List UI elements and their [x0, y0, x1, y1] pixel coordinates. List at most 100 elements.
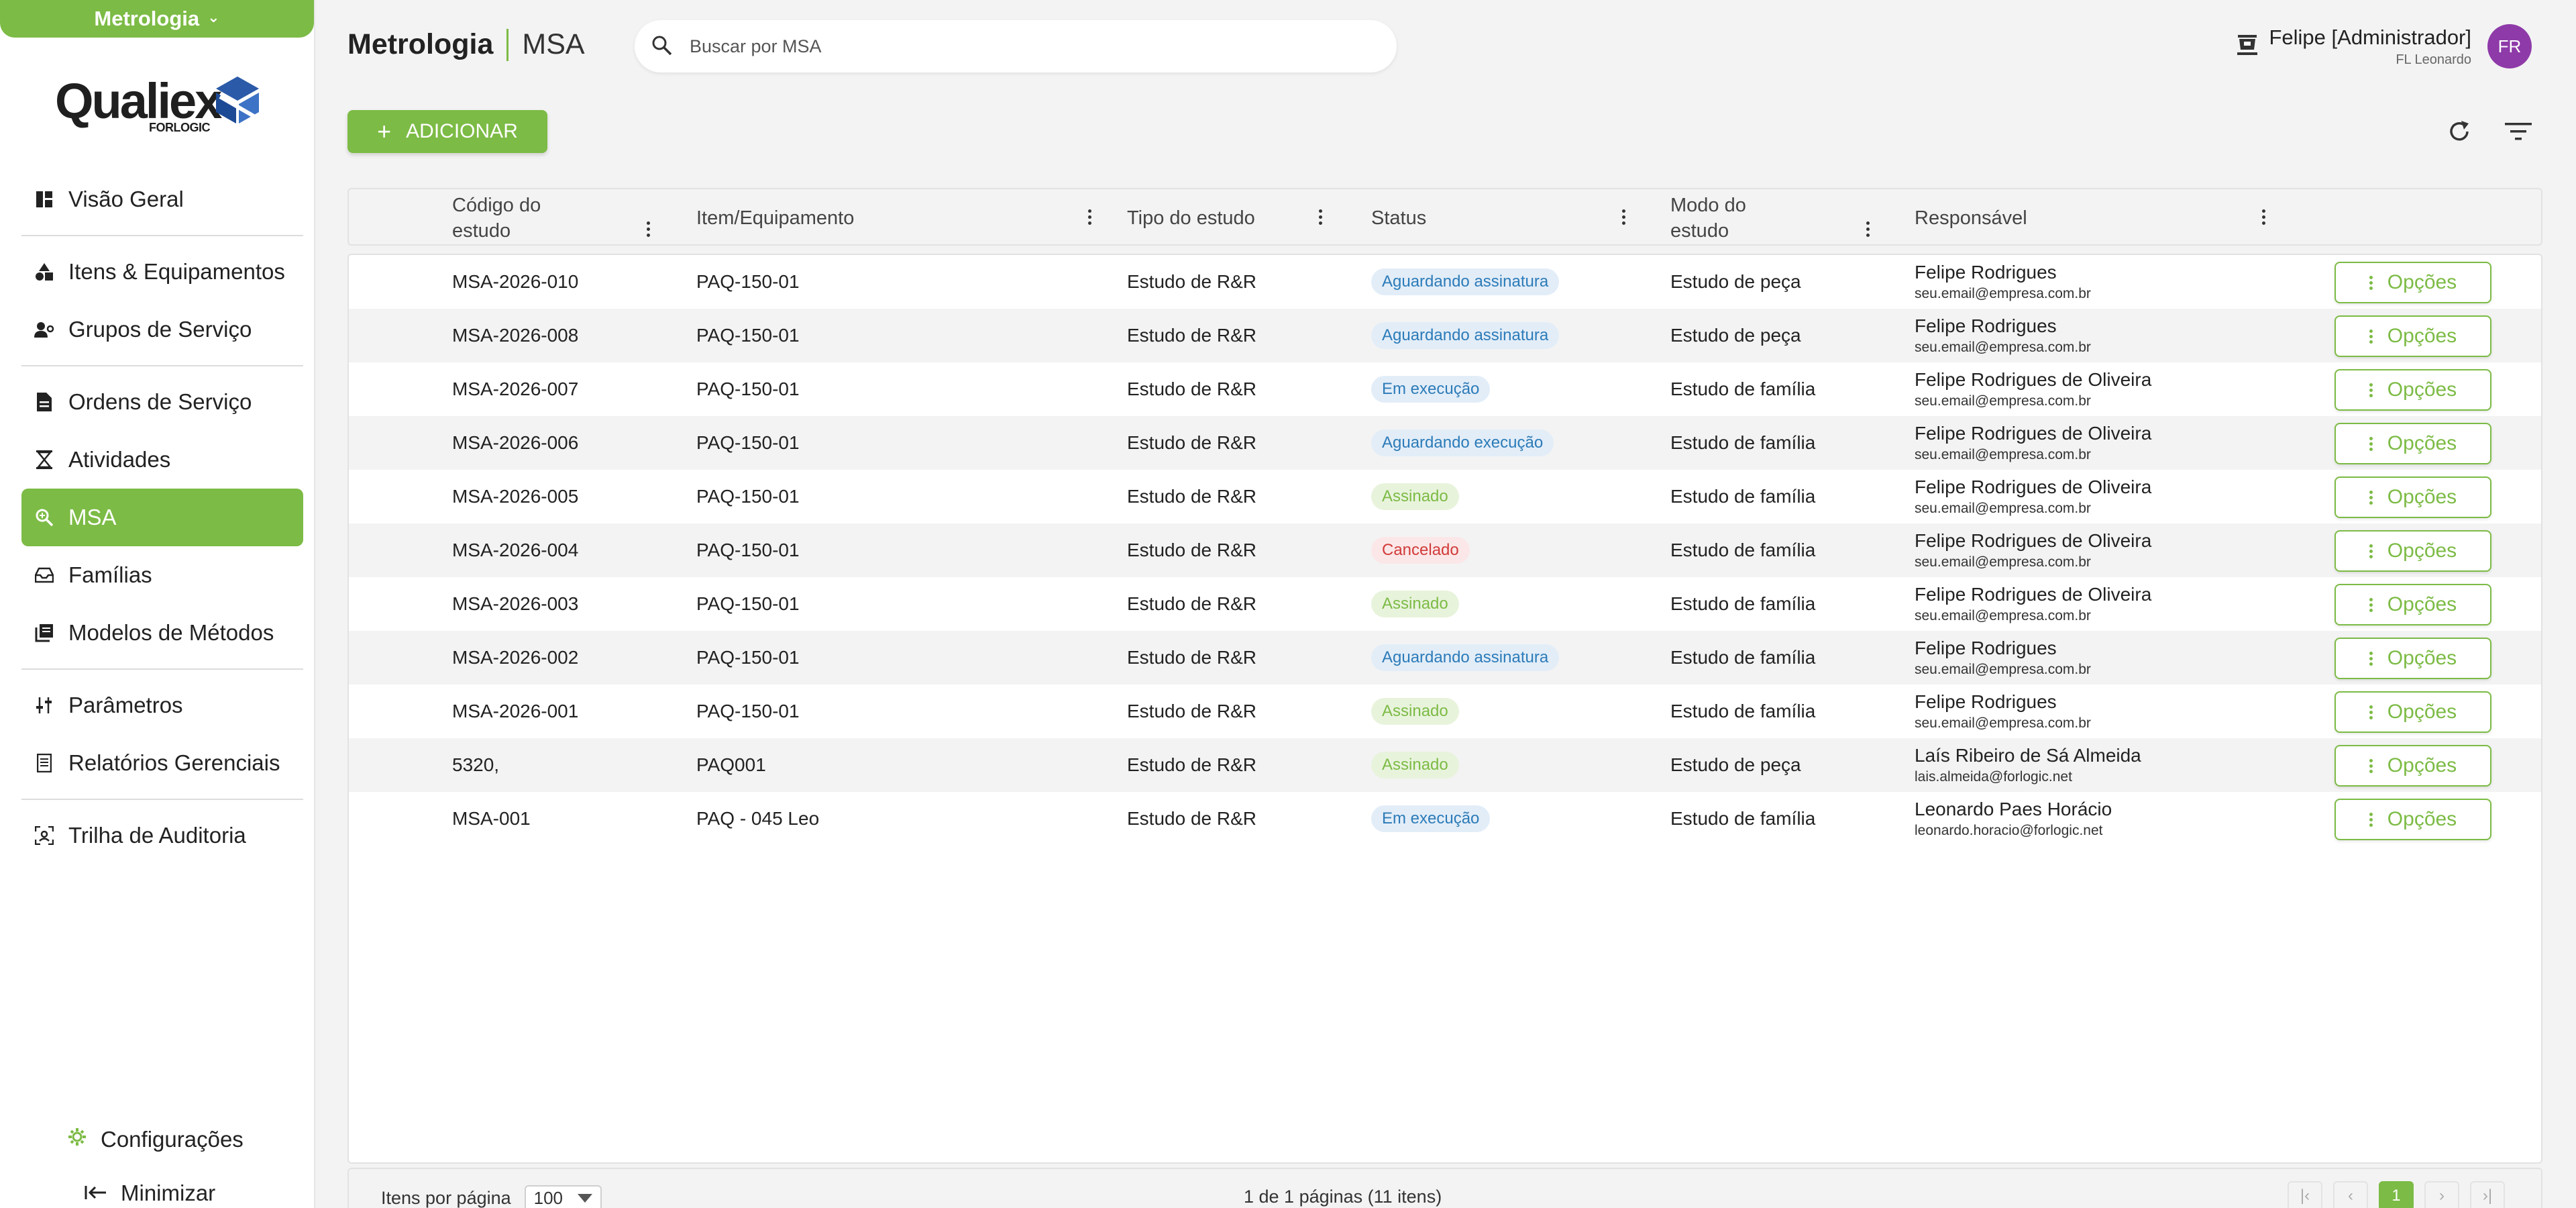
responsavel-name: Felipe Rodrigues de Oliveira [1915, 369, 2152, 390]
table-row[interactable]: 5320, PAQ001 Estudo de R&R Assinado Estudo d… [349, 738, 2541, 792]
sidebar-item-itens-equipamentos[interactable]: Itens & Equipamentos [21, 243, 303, 301]
cell-item: PAQ001 [696, 754, 766, 775]
last-page-button[interactable]: ›| [2470, 1181, 2505, 1208]
cell-responsavel: Laís Ribeiro de Sá Almeida lais.almeida@f… [1915, 738, 2141, 792]
sidebar-item-grupos-servico[interactable]: Grupos de Serviço [21, 301, 303, 358]
column-header-status[interactable]: Status [1371, 189, 1640, 247]
cell-code: MSA-001 [452, 808, 531, 829]
status-badge: Em execução [1371, 805, 1491, 832]
cell-code: MSA-2026-008 [452, 325, 579, 346]
sidebar-item-visao-geral[interactable]: Visão Geral [21, 170, 303, 228]
cell-responsavel: Leonardo Paes Horácio leonardo.horacio@fo… [1915, 792, 2112, 846]
coffee-cup-icon[interactable] [2235, 34, 2259, 61]
first-page-button[interactable]: |‹ [2288, 1181, 2322, 1208]
table-row[interactable]: MSA-2026-008 PAQ-150-01 Estudo de R&R Aguar… [349, 309, 2541, 362]
minimize-sidebar-button[interactable]: Minimizar [85, 1174, 244, 1208]
sidebar-item-familias[interactable]: Famílias [21, 546, 303, 604]
sidebar-item-parametros[interactable]: Parâmetros [21, 676, 303, 734]
cell-responsavel: Felipe Rodrigues de Oliveira seu.email@em… [1915, 470, 2151, 523]
cell-code: MSA-2026-001 [452, 701, 579, 721]
cell-mode: Estudo de família [1670, 808, 1816, 829]
cell-type: Estudo de R&R [1127, 486, 1256, 507]
cell-status: Em execução [1371, 362, 1491, 416]
column-menu-icon[interactable] [2261, 209, 2266, 225]
sidebar-item-ordens-servico[interactable]: Ordens de Serviço [21, 373, 303, 431]
hourglass-icon [34, 449, 55, 470]
cell-code: MSA-2026-005 [452, 486, 579, 507]
user-menu[interactable]: Felipe [Administrador] FL Leonardo FR [2269, 24, 2532, 68]
options-label: Opções [2387, 808, 2457, 830]
filter-icon[interactable] [2502, 115, 2534, 148]
column-label: Status [1371, 207, 1427, 229]
prev-page-button[interactable]: ‹ [2333, 1181, 2368, 1208]
column-header-item[interactable]: Item/Equipamento [696, 189, 1099, 247]
sidebar-item-modelos-metodos[interactable]: Modelos de Métodos [21, 604, 303, 662]
options-label: Opções [2387, 540, 2457, 562]
status-badge: Aguardando assinatura [1371, 322, 1560, 349]
sidebar-item-relatorios[interactable]: Relatórios Gerenciais [21, 734, 303, 792]
cell-item: PAQ-150-01 [696, 701, 800, 721]
table-header: Código do estudo Item/Equipamento Tipo d… [347, 188, 2542, 246]
search-bar[interactable] [635, 20, 1397, 72]
library-icon [34, 622, 55, 644]
column-menu-icon[interactable] [1621, 209, 1626, 225]
options-button[interactable]: Opções [2334, 799, 2491, 840]
options-button[interactable]: Opções [2334, 530, 2491, 572]
responsavel-email: seu.email@empresa.com.br [1915, 715, 2091, 731]
options-button[interactable]: Opções [2334, 476, 2491, 518]
column-menu-icon[interactable] [1865, 221, 1870, 237]
column-menu-icon[interactable] [645, 221, 651, 237]
table-row[interactable]: MSA-2026-004 PAQ-150-01 Estudo de R&R Cance… [349, 523, 2541, 577]
sidebar-item-trilha-auditoria[interactable]: Trilha de Auditoria [21, 807, 303, 864]
table-row[interactable]: MSA-2026-003 PAQ-150-01 Estudo de R&R Assin… [349, 577, 2541, 631]
options-button[interactable]: Opções [2334, 638, 2491, 679]
current-page-button[interactable]: 1 [2379, 1181, 2414, 1208]
column-header-code[interactable]: Código do estudo [452, 189, 653, 247]
pager: |‹ ‹ 1 › ›| [2288, 1181, 2505, 1208]
column-header-responsavel[interactable]: Responsável [1915, 189, 2277, 247]
column-header-mode[interactable]: Modo do estudo [1670, 189, 1892, 247]
add-button[interactable]: + ADICIONAR [347, 110, 547, 153]
table-row[interactable]: MSA-2026-007 PAQ-150-01 Estudo de R&R Em ex… [349, 362, 2541, 416]
table-row[interactable]: MSA-2026-001 PAQ-150-01 Estudo de R&R Assin… [349, 685, 2541, 738]
logo-subtitle: FORLOGIC [149, 121, 211, 134]
column-menu-icon[interactable] [1087, 209, 1092, 225]
sidebar-item-label: Trilha de Auditoria [68, 823, 246, 848]
items-per-page-select[interactable]: 100 [524, 1185, 602, 1208]
options-button[interactable]: Opções [2334, 745, 2491, 787]
sidebar: Metrologia ⌄ Qualiex FORLOGIC Visão Gera… [0, 0, 315, 1208]
cell-code: MSA-2026-003 [452, 593, 579, 614]
options-button[interactable]: Opções [2334, 315, 2491, 357]
options-button[interactable]: Opções [2334, 691, 2491, 733]
table-row[interactable]: MSA-2026-002 PAQ-150-01 Estudo de R&R Aguar… [349, 631, 2541, 685]
settings-link[interactable]: Configurações [67, 1121, 244, 1158]
search-input[interactable] [690, 36, 1293, 57]
table-row[interactable]: MSA-2026-006 PAQ-150-01 Estudo de R&R Aguar… [349, 416, 2541, 470]
status-badge: Assinado [1371, 591, 1459, 617]
table-row[interactable]: MSA-2026-005 PAQ-150-01 Estudo de R&R Assin… [349, 470, 2541, 523]
column-header-type[interactable]: Tipo do estudo [1127, 189, 1348, 247]
options-button[interactable]: Opções [2334, 262, 2491, 303]
options-label: Opções [2387, 379, 2457, 401]
cell-item: PAQ-150-01 [696, 647, 800, 668]
cell-code: MSA-2026-006 [452, 432, 579, 453]
page-info: 1 de 1 páginas (11 itens) [1244, 1187, 1442, 1207]
cell-status: Assinado [1371, 685, 1459, 738]
responsavel-name: Felipe Rodrigues de Oliveira [1915, 423, 2152, 444]
sidebar-item-msa[interactable]: MSA [21, 489, 303, 546]
avatar[interactable]: FR [2487, 24, 2532, 68]
next-page-button[interactable]: › [2424, 1181, 2459, 1208]
column-menu-icon[interactable] [1318, 209, 1323, 225]
refresh-icon[interactable] [2443, 115, 2475, 148]
table-row[interactable]: MSA-2026-010 PAQ-150-01 Estudo de R&R Aguar… [349, 255, 2541, 309]
sidebar-item-label: Ordens de Serviço [68, 389, 252, 414]
options-button[interactable]: Opções [2334, 369, 2491, 411]
user-company: FL Leonardo [2396, 52, 2471, 67]
status-badge: Aguardando assinatura [1371, 644, 1560, 671]
options-button[interactable]: Opções [2334, 423, 2491, 464]
options-button[interactable]: Opções [2334, 584, 2491, 625]
cell-mode: Estudo de peça [1670, 325, 1801, 346]
sidebar-item-atividades[interactable]: Atividades [21, 431, 303, 489]
table-row[interactable]: MSA-001 PAQ - 045 Leo Estudo de R&R Em exec… [349, 792, 2541, 846]
module-switcher[interactable]: Metrologia ⌄ [0, 0, 314, 38]
